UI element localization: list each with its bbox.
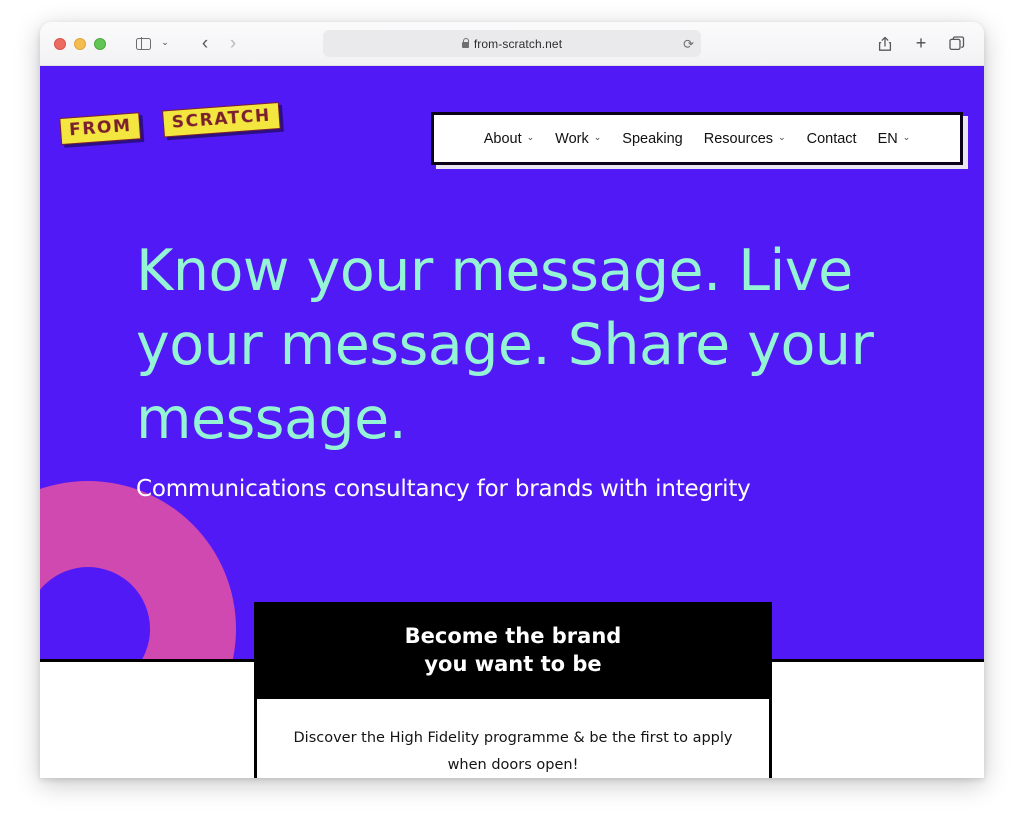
popup-header: Become the brand you want to be — [257, 605, 769, 699]
nav-label-resources: Resources — [703, 130, 774, 147]
popup-body: Discover the High Fidelity programme & b… — [257, 698, 769, 778]
nav-item-work[interactable]: Work ⌄ — [555, 131, 601, 147]
reload-icon[interactable]: ⟳ — [683, 37, 694, 50]
nav-label-speaking: Speaking — [622, 130, 683, 147]
sidebar-controls: ⌄ — [130, 31, 172, 57]
hero-headline: Know your message. Live your message. Sh… — [136, 238, 874, 453]
forward-icon[interactable]: › — [220, 31, 246, 57]
sidebar-toggle-icon[interactable] — [130, 31, 156, 57]
nav-label-work: Work — [555, 130, 589, 147]
popup-description: Discover the High Fidelity programme & b… — [293, 729, 733, 773]
chevron-down-icon: ⌄ — [526, 132, 535, 142]
minimize-window-button[interactable] — [74, 37, 86, 50]
hero-subheadline: Communications consultancy for brands wi… — [136, 476, 751, 503]
new-tab-icon[interactable]: + — [908, 31, 934, 57]
desktop-background: ⌄ ‹ › from-scratch.net ⟳ + FROM SCRATCH … — [0, 0, 1024, 829]
donut-hole — [40, 567, 150, 659]
logo-text-scratch: SCRATCH — [161, 101, 281, 138]
main-navigation: About ⌄ Work ⌄ Speaking Resources ⌄ Cont… — [431, 112, 963, 165]
close-window-button[interactable] — [54, 37, 66, 50]
nav-item-about[interactable]: About ⌄ — [484, 131, 534, 147]
zoom-window-button[interactable] — [94, 37, 106, 50]
nav-label-language: EN — [877, 130, 898, 147]
waitlist-popup: Become the brand you want to be Discover… — [254, 602, 772, 778]
address-bar[interactable]: from-scratch.net ⟳ — [323, 30, 701, 57]
logo-text-from: FROM — [59, 112, 142, 146]
lock-icon — [461, 37, 470, 48]
chevron-down-icon: ⌄ — [593, 132, 602, 142]
popup-title-line-1: Become the brand — [404, 624, 622, 648]
hero-section: FROM SCRATCH About ⌄ Work ⌄ Speaking Res… — [40, 66, 984, 662]
nav-item-speaking[interactable]: Speaking — [622, 131, 682, 147]
nav-label-contact: Contact — [806, 130, 857, 147]
chevron-down-icon: ⌄ — [778, 132, 786, 142]
tab-overview-icon[interactable] — [944, 31, 970, 57]
back-icon[interactable]: ‹ — [192, 31, 218, 57]
toolbar-right-actions: + — [872, 22, 970, 65]
chevron-down-icon: ⌄ — [902, 132, 911, 142]
address-bar-text: from-scratch.net — [473, 36, 563, 51]
nav-item-resources[interactable]: Resources ⌄ — [704, 131, 786, 147]
sidebar-chevron-down-icon[interactable]: ⌄ — [158, 30, 172, 56]
nav-label-about: About — [483, 130, 522, 147]
share-icon[interactable] — [872, 31, 898, 57]
pink-donut-decoration — [40, 481, 236, 659]
nav-item-contact[interactable]: Contact — [807, 131, 857, 147]
window-controls — [54, 37, 106, 50]
nav-item-language[interactable]: EN ⌄ — [878, 131, 911, 147]
browser-toolbar: ⌄ ‹ › from-scratch.net ⟳ + — [40, 22, 984, 66]
hero-copy: Know your message. Live your message. Sh… — [136, 234, 896, 502]
popup-title-line-2: you want to be — [424, 652, 602, 677]
site-logo[interactable]: FROM SCRATCH — [59, 101, 281, 146]
navigation-controls: ‹ › — [192, 31, 246, 57]
browser-window: ⌄ ‹ › from-scratch.net ⟳ + FROM SCRATCH … — [40, 22, 984, 778]
page-viewport: FROM SCRATCH About ⌄ Work ⌄ Speaking Res… — [40, 66, 984, 778]
